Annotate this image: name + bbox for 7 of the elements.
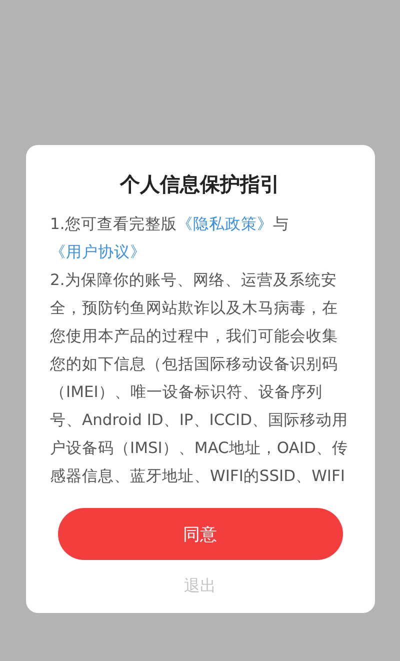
policy-paragraph: 2.为保障你的账号、网络、运营及系统安全，预防钓鱼网站欺诈以及木马病毒，在您使用本产品的过程中，我们可能会收集您的如下信息（包括国际移动设备识别码（IMEI）、唯一设备标识符、设备序列号、Android ID、IP、ICCID、国际移动用户设备码（IMSI）、MAC地址，OAID、传感器信息、蓝牙地址、WIFI的SSID、WIFI	[50, 270, 350, 487]
agree-button[interactable]: 同意	[58, 508, 342, 560]
policy-link[interactable]: 《隐私政策》	[176, 215, 273, 233]
policy-link[interactable]: 《用户协议》	[50, 243, 146, 261]
policy-paragraph: 1.您可查看完整版《隐私政策》与 《用户协议》	[50, 214, 290, 263]
dialog-title: 个人信息保护指引	[120, 171, 280, 198]
exit-button[interactable]: 退出	[174, 570, 226, 603]
